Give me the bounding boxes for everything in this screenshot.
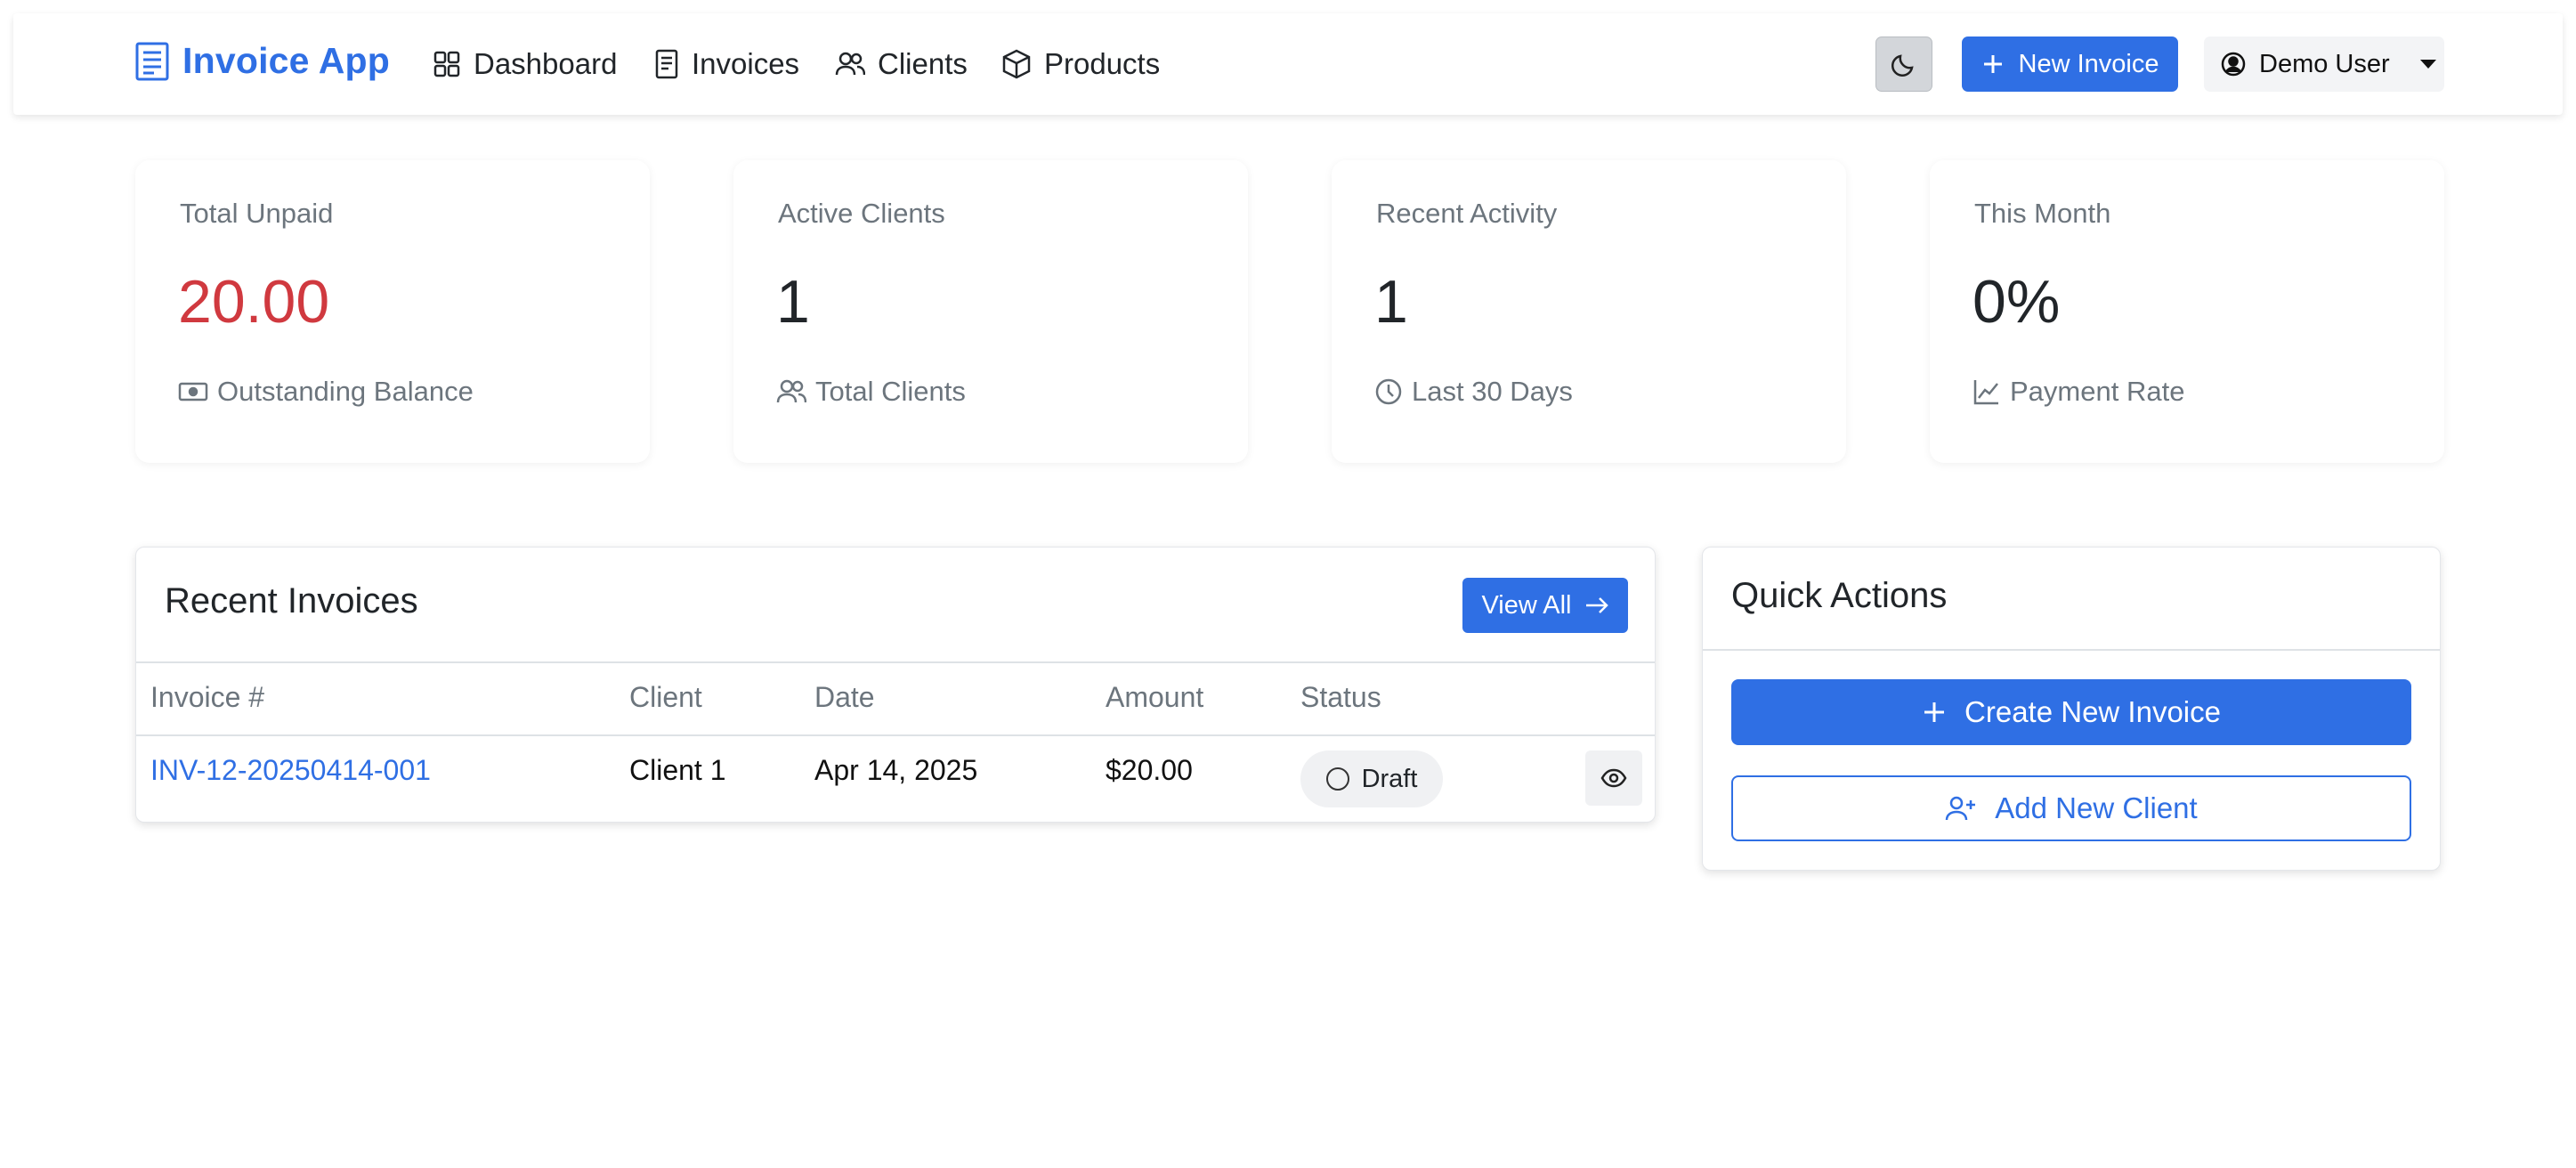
nav-dashboard[interactable]: Dashboard <box>433 40 617 88</box>
stat-sub-text: Total Clients <box>815 376 966 407</box>
nav-invoices-label: Invoices <box>692 47 800 80</box>
status-text: Draft <box>1361 764 1418 793</box>
nav-dashboard-label: Dashboard <box>474 47 618 80</box>
cash-icon <box>178 382 208 402</box>
create-new-invoice-label: Create New Invoice <box>1964 695 2221 728</box>
quick-actions-panel: Quick Actions Create New Invoice Add New… <box>1702 547 2441 871</box>
stat-sub-text: Outstanding Balance <box>217 376 474 407</box>
status-badge: Draft <box>1300 750 1443 807</box>
nav-clients[interactable]: Clients <box>835 40 968 88</box>
stat-sub-text: Payment Rate <box>2010 376 2185 407</box>
create-new-invoice-button[interactable]: Create New Invoice <box>1731 679 2411 745</box>
stat-sub-text: Last 30 Days <box>1412 376 1573 407</box>
stat-label: Active Clients <box>778 198 945 229</box>
top-navbar: Invoice App Dashboard Invoices Clients P… <box>13 13 2563 115</box>
brand-link[interactable]: Invoice App <box>134 40 390 82</box>
stat-label: This Month <box>1974 198 2111 229</box>
theme-toggle-button[interactable] <box>1875 36 1932 92</box>
circle-icon <box>1325 767 1349 791</box>
nav-products[interactable]: Products <box>1001 40 1160 88</box>
eye-icon <box>1600 768 1627 788</box>
view-all-label: View All <box>1481 590 1572 620</box>
stat-sub: Outstanding Balance <box>178 376 474 408</box>
stat-sub: Last 30 Days <box>1374 376 1573 408</box>
nav-clients-label: Clients <box>878 47 968 80</box>
invoice-amount: $20.00 <box>1106 754 1193 786</box>
nav-invoices[interactable]: Invoices <box>654 40 799 88</box>
dashboard-grid-icon <box>433 51 460 77</box>
quick-actions-header: Quick Actions <box>1703 548 2440 651</box>
view-invoice-button[interactable] <box>1585 750 1642 806</box>
line-chart-icon <box>1973 380 1998 405</box>
plus-icon <box>1924 702 1945 722</box>
stat-card-this-month: This Month 0% Payment Rate <box>1930 160 2444 463</box>
stat-value: 0% <box>1973 268 2061 336</box>
stat-label: Total Unpaid <box>180 198 334 229</box>
stat-card-recent-activity: Recent Activity 1 Last 30 Days <box>1332 160 1846 463</box>
arrow-right-icon <box>1585 597 1608 613</box>
chevron-down-icon <box>2419 60 2436 69</box>
recent-invoices-panel: Recent Invoices View All Invoice # Clien… <box>135 547 1656 823</box>
user-plus-icon <box>1946 796 1976 821</box>
clock-icon <box>1375 378 1402 405</box>
stat-sub: Total Clients <box>776 376 966 408</box>
user-circle-icon <box>2221 52 2246 77</box>
brand-name: Invoice App <box>182 40 391 81</box>
stat-sub: Payment Rate <box>1973 376 2184 408</box>
column-header-client: Client <box>629 681 702 713</box>
recent-invoices-header: Recent Invoices View All <box>136 548 1655 663</box>
stat-value: 1 <box>1374 268 1408 336</box>
box-icon <box>1002 49 1031 79</box>
add-new-client-button[interactable]: Add New Client <box>1731 775 2411 841</box>
column-header-amount: Amount <box>1106 681 1204 713</box>
user-menu-dropdown[interactable]: Demo User <box>2204 36 2444 92</box>
plus-icon <box>1983 55 2002 73</box>
column-header-date: Date <box>814 681 875 713</box>
stat-value: 20.00 <box>178 268 330 336</box>
people-icon <box>835 52 865 76</box>
stat-label: Recent Activity <box>1376 198 1558 229</box>
view-all-button[interactable]: View All <box>1462 578 1628 633</box>
stat-value: 1 <box>776 268 810 336</box>
table-divider <box>136 734 1655 736</box>
invoice-client: Client 1 <box>629 754 726 786</box>
add-new-client-label: Add New Client <box>1995 791 2198 824</box>
document-icon <box>655 49 678 79</box>
moon-icon <box>1891 54 1914 77</box>
column-header-invoice: Invoice # <box>150 681 265 713</box>
people-icon <box>776 379 806 403</box>
recent-invoices-title: Recent Invoices <box>165 581 418 620</box>
stat-card-active-clients: Active Clients 1 Total Clients <box>733 160 1248 463</box>
new-invoice-button[interactable]: New Invoice <box>1962 36 2178 92</box>
nav-products-label: Products <box>1044 47 1161 80</box>
column-header-status: Status <box>1300 681 1381 713</box>
quick-actions-title: Quick Actions <box>1731 576 1948 615</box>
invoice-number-link[interactable]: INV-12-20250414-001 <box>150 754 431 787</box>
stat-card-total-unpaid: Total Unpaid 20.00 Outstanding Balance <box>135 160 650 463</box>
new-invoice-label: New Invoice <box>2018 49 2159 78</box>
invoice-date: Apr 14, 2025 <box>814 754 978 786</box>
receipt-icon <box>135 42 169 80</box>
user-name: Demo User <box>2259 49 2390 78</box>
